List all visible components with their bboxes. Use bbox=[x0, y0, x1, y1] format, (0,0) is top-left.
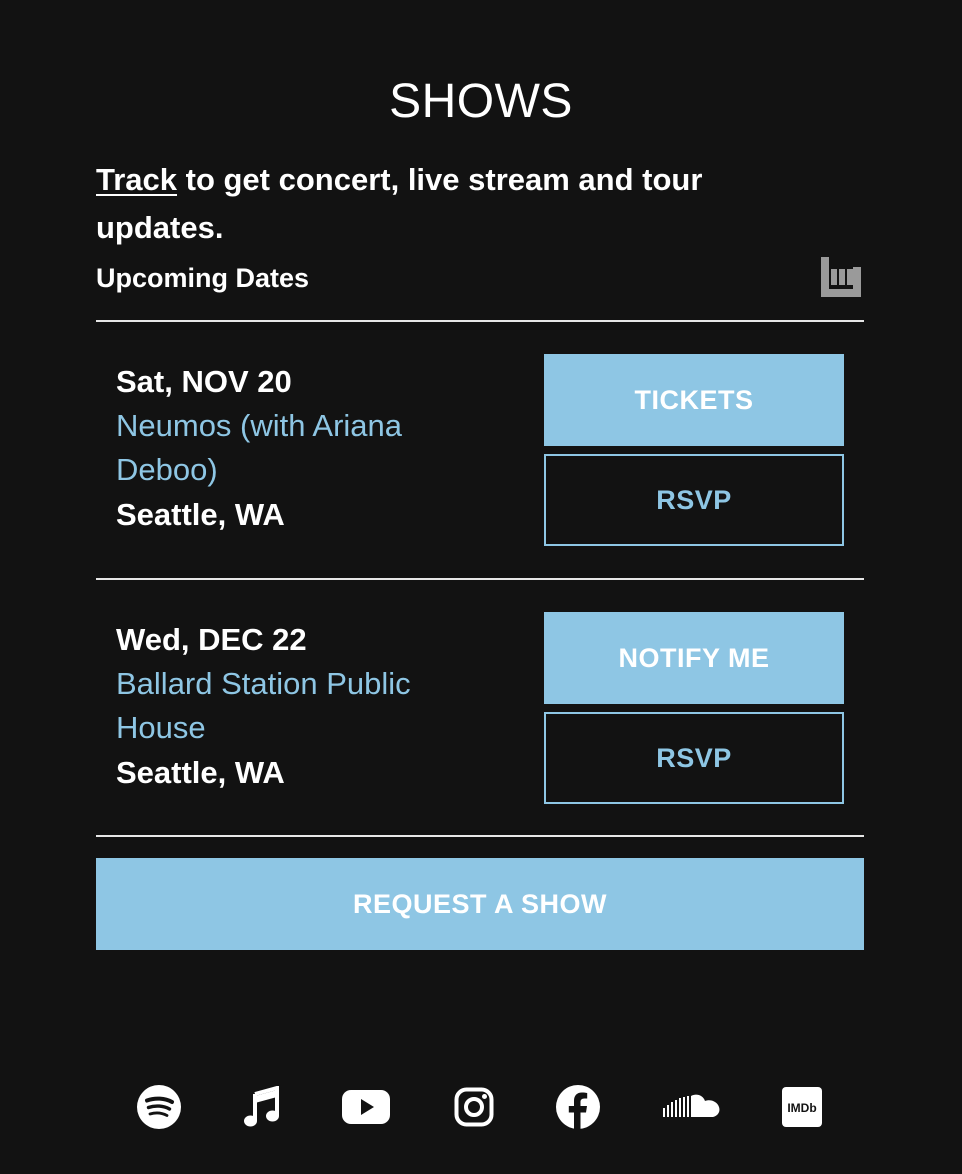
event-venue-link[interactable]: Neumos (with Ariana Deboo) bbox=[116, 404, 446, 492]
notify-me-button[interactable]: NOTIFY ME bbox=[544, 612, 844, 704]
svg-text:IMDb: IMDb bbox=[787, 1101, 816, 1115]
track-prompt-text: to get concert, live stream and tour upd… bbox=[96, 162, 703, 245]
event-info: Wed, DEC 22 Ballard Station Public House… bbox=[116, 618, 446, 796]
tickets-button[interactable]: TICKETS bbox=[544, 354, 844, 446]
instagram-icon[interactable] bbox=[451, 1084, 497, 1130]
spotify-icon[interactable] bbox=[136, 1084, 182, 1130]
event-location: Seattle, WA bbox=[116, 497, 285, 532]
track-prompt: Track to get concert, live stream and to… bbox=[96, 156, 796, 252]
rsvp-button[interactable]: RSVP bbox=[544, 712, 844, 804]
upcoming-dates-label: Upcoming Dates bbox=[96, 263, 310, 293]
page-title: SHOWS bbox=[389, 75, 573, 128]
apple-music-icon[interactable] bbox=[240, 1084, 284, 1130]
event-date: Sat, NOV 20 bbox=[116, 364, 292, 399]
divider bbox=[96, 835, 864, 837]
event-date: Wed, DEC 22 bbox=[116, 622, 307, 657]
youtube-icon[interactable] bbox=[341, 1084, 391, 1130]
facebook-icon[interactable] bbox=[555, 1084, 601, 1130]
event-row: Sat, NOV 20 Neumos (with Ariana Deboo) S… bbox=[96, 354, 864, 610]
event-venue-link[interactable]: Ballard Station Public House bbox=[116, 662, 446, 750]
rsvp-button[interactable]: RSVP bbox=[544, 454, 844, 546]
event-location: Seattle, WA bbox=[116, 755, 285, 790]
event-info: Sat, NOV 20 Neumos (with Ariana Deboo) S… bbox=[116, 360, 446, 538]
divider bbox=[96, 320, 864, 322]
bandsintown-icon[interactable] bbox=[821, 257, 861, 297]
track-link[interactable]: Track bbox=[96, 162, 177, 197]
request-show-button[interactable]: REQUEST A SHOW bbox=[96, 858, 864, 950]
soundcloud-icon[interactable] bbox=[662, 1084, 722, 1130]
divider bbox=[96, 578, 864, 580]
event-row: Wed, DEC 22 Ballard Station Public House… bbox=[96, 612, 864, 868]
imdb-icon[interactable]: IMDb bbox=[781, 1084, 823, 1130]
